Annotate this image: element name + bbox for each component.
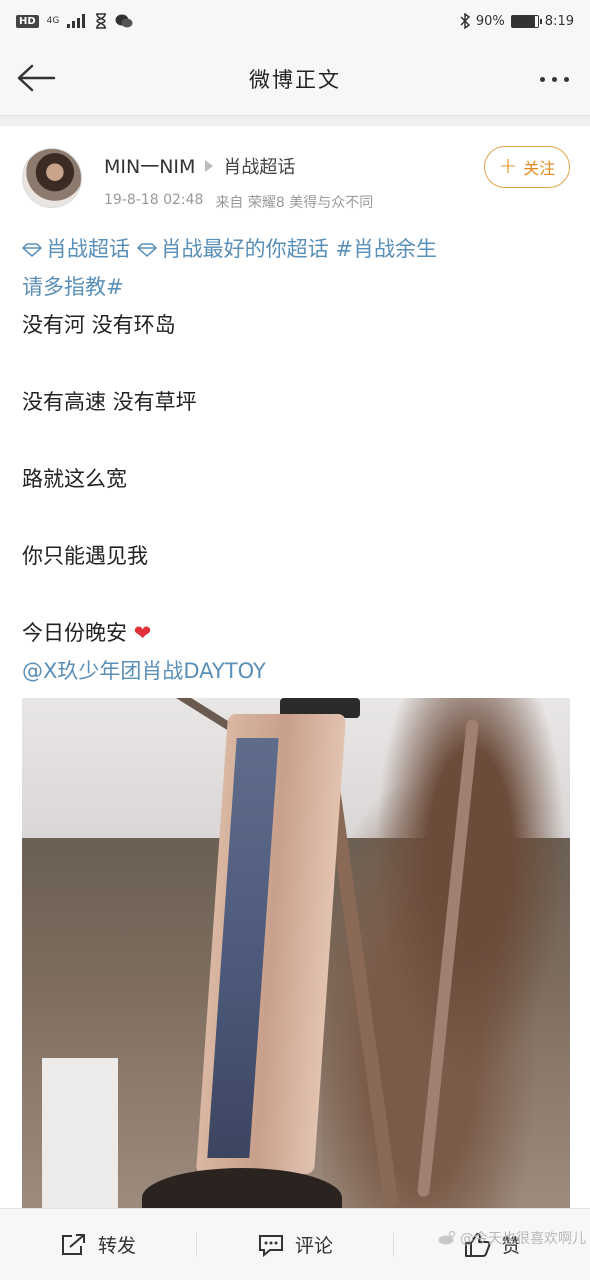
back-arrow-icon bbox=[17, 64, 56, 92]
topic-line-cont[interactable]: 请多指教# bbox=[22, 268, 570, 306]
more-options-button[interactable] bbox=[532, 64, 576, 94]
dot-icon bbox=[539, 76, 545, 82]
body-text: 今日份晚安 bbox=[22, 621, 127, 645]
dot-icon bbox=[551, 76, 557, 82]
wechat-icon bbox=[115, 14, 133, 28]
diamond-icon bbox=[22, 243, 42, 257]
supertopic-link[interactable]: 肖战超话 bbox=[223, 153, 295, 179]
weibo-logo-icon bbox=[438, 1231, 456, 1245]
nav-bar: 微博正文 bbox=[0, 42, 590, 116]
page-title: 微博正文 bbox=[249, 67, 341, 92]
comment-label: 评论 bbox=[294, 1235, 333, 1257]
signal-icon bbox=[67, 14, 86, 28]
share-icon bbox=[61, 1233, 85, 1255]
avatar[interactable] bbox=[22, 148, 82, 208]
body-line: 没有高速 没有草坪 bbox=[22, 390, 197, 414]
dot-icon bbox=[563, 76, 569, 82]
post-source: 来自 荣耀8 美得与众不同 bbox=[215, 195, 374, 211]
battery-icon bbox=[510, 14, 542, 28]
topic-line: 肖战超话 肖战最好的你超话 #肖战余生 bbox=[22, 230, 570, 268]
body-line: 没有河 没有环岛 bbox=[22, 313, 176, 337]
post-body: 肖战超话 肖战最好的你超话 #肖战余生 请多指教# 没有河 没有环岛 没有高速 … bbox=[22, 230, 570, 690]
body-line-last: 今日份晚安 ❤ bbox=[22, 614, 570, 652]
repost-label: 转发 bbox=[97, 1235, 136, 1257]
divider bbox=[0, 116, 590, 126]
clock: 8:19 bbox=[544, 13, 574, 29]
hd-badge: HD bbox=[16, 14, 39, 28]
follow-button[interactable]: + 关注 bbox=[484, 146, 570, 188]
mention-link[interactable]: @X玖少年团肖战DAYTOY bbox=[22, 652, 570, 690]
topic-link-1[interactable]: 肖战超话 bbox=[46, 237, 130, 261]
username[interactable]: MIN一NIM bbox=[104, 152, 195, 179]
body-line: 路就这么宽 bbox=[22, 467, 127, 491]
comment-icon bbox=[258, 1234, 283, 1257]
bluetooth-icon bbox=[460, 13, 470, 29]
plus-icon: + bbox=[498, 154, 518, 179]
hourglass-icon bbox=[96, 13, 107, 29]
watermark-text: @今天也很喜欢啊儿 bbox=[460, 1231, 586, 1247]
post-timestamp: 19-8-18 02:48 bbox=[104, 192, 204, 208]
watermark: @今天也很喜欢啊儿 bbox=[438, 1228, 586, 1248]
image-sign bbox=[42, 1058, 118, 1208]
post-header: MIN一NIM 肖战超话 19-8-18 02:48 来自 荣耀8 美得与众不同… bbox=[0, 126, 590, 221]
battery-fill bbox=[511, 15, 536, 27]
status-bar: HD 4G 90% 8:19 bbox=[0, 0, 590, 42]
back-button[interactable] bbox=[14, 60, 58, 96]
post-meta: 19-8-18 02:48 来自 荣耀8 美得与众不同 bbox=[104, 192, 373, 212]
topic-link-2[interactable]: 肖战最好的你超话 #肖战余生 bbox=[161, 237, 437, 261]
follow-label: 关注 bbox=[523, 159, 556, 178]
battery-percent: 90% bbox=[475, 13, 505, 29]
repost-button[interactable]: 转发 bbox=[0, 1209, 196, 1280]
heart-icon: ❤ bbox=[133, 621, 152, 645]
post-image[interactable] bbox=[22, 698, 570, 1208]
diamond-icon bbox=[136, 243, 157, 257]
body-line: 你只能遇见我 bbox=[22, 544, 148, 568]
network-label: 4G bbox=[46, 15, 60, 26]
comment-button[interactable]: 评论 bbox=[197, 1209, 393, 1280]
triangle-right-icon bbox=[205, 159, 214, 172]
